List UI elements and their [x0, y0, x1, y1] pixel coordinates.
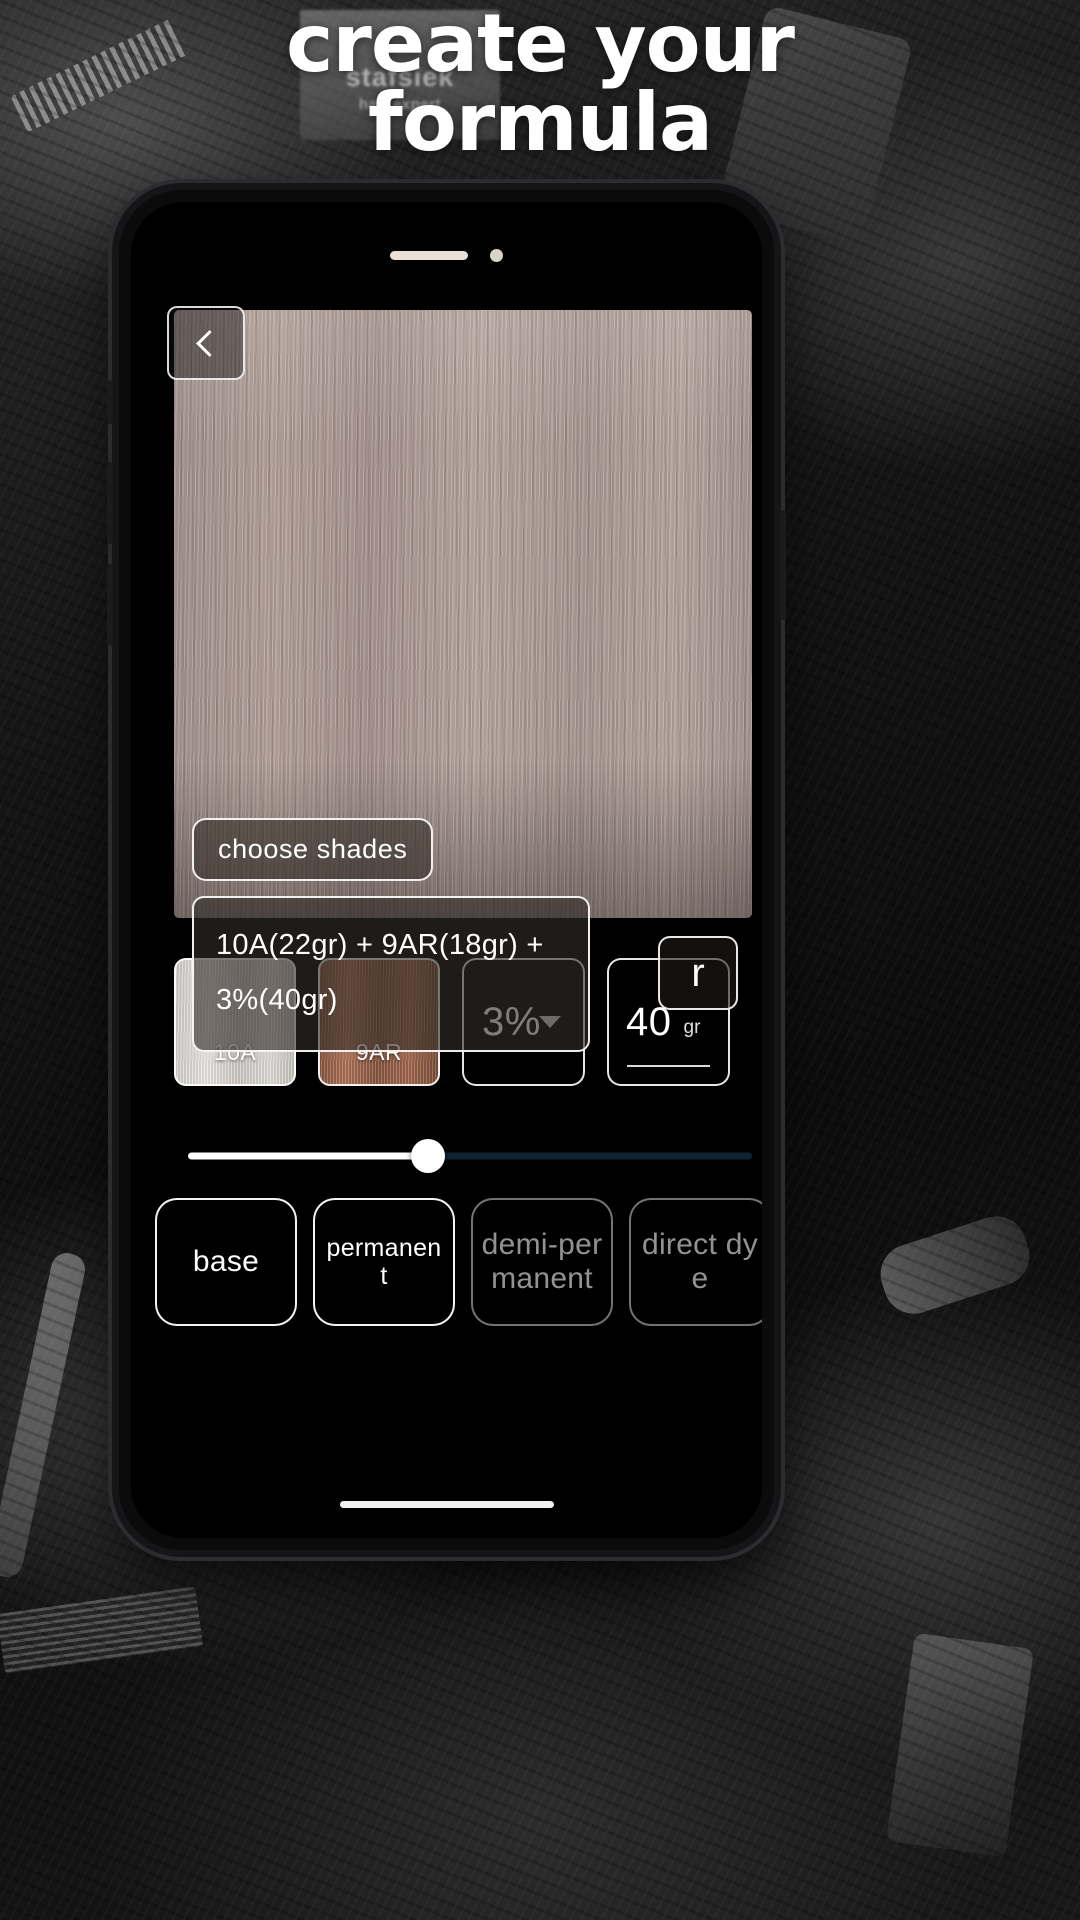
app-screen: choose shades 10A(22gr) + 9AR(18gr) + 3%… [131, 288, 762, 1538]
earpiece-speaker-icon [390, 250, 468, 260]
amount-input-underline [627, 1065, 710, 1067]
type-button-permanent[interactable]: permanent [313, 1198, 455, 1326]
screenshot-root: stafsiek hair expert create your formula… [0, 0, 1080, 1920]
brush-tool-icon [0, 1586, 204, 1674]
scissors-tool-icon [0, 1250, 88, 1580]
slider-fill [188, 1152, 443, 1160]
home-indicator[interactable] [339, 1501, 554, 1508]
type-button-permanent-label: permanent [326, 1234, 442, 1290]
choose-shades-button[interactable]: choose shades [192, 818, 434, 881]
phone-mockup: choose shades 10A(22gr) + 9AR(18gr) + 3%… [107, 190, 786, 1550]
chevron-left-icon [195, 329, 223, 357]
back-button[interactable] [167, 306, 245, 380]
page-title: create your formula [0, 4, 1080, 170]
reset-formula-button[interactable]: r [658, 936, 738, 1010]
type-button-direct-dye-label: direct dye [641, 1228, 759, 1295]
phone-volume-up-button[interactable] [107, 462, 113, 544]
front-camera-icon [490, 248, 503, 262]
shears-tool-icon [872, 1208, 1038, 1322]
phone-power-button[interactable] [780, 510, 786, 620]
type-button-demi-permanent-label: demi-permanent [481, 1228, 603, 1295]
type-button-direct-dye[interactable]: direct dye [629, 1198, 762, 1326]
phone-volume-down-button[interactable] [107, 564, 113, 646]
dynamic-island [362, 240, 531, 270]
phone-mute-switch[interactable] [107, 380, 113, 424]
slider-thumb[interactable] [411, 1139, 446, 1173]
formula-display[interactable]: 10A(22gr) + 9AR(18gr) + 3%(40gr) [192, 896, 590, 1053]
razor-tool-icon [885, 1632, 1035, 1858]
headline-line-2: formula [368, 76, 713, 170]
type-button-base[interactable]: base [155, 1198, 297, 1326]
phone-screen: choose shades 10A(22gr) + 9AR(18gr) + 3%… [131, 202, 762, 1538]
amount-unit-label: gr [683, 1017, 701, 1038]
amount-slider[interactable] [174, 1136, 752, 1176]
type-button-base-label: base [192, 1245, 260, 1279]
color-type-button-row: base permanent demi-permanent direct dye [155, 1198, 762, 1326]
type-button-demi-permanent[interactable]: demi-permanent [471, 1198, 613, 1326]
